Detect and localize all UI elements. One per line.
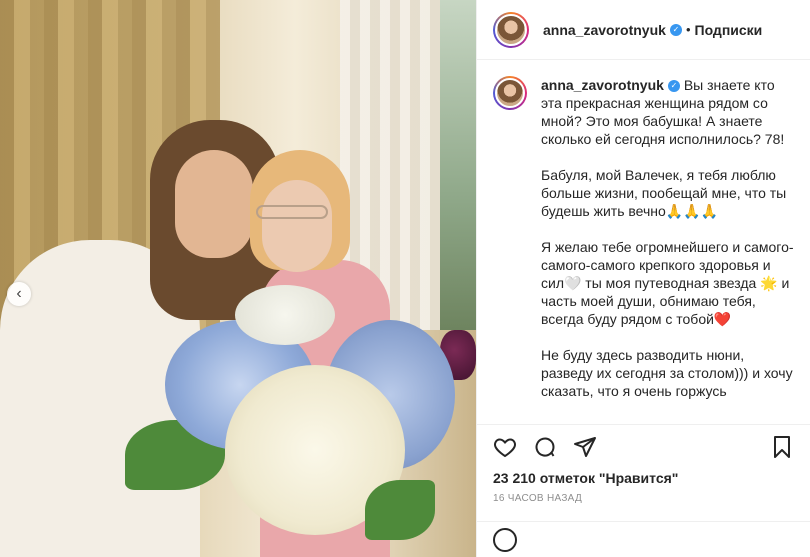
post-header: anna_zavorotnyuk ✓ • Подписки [477,0,810,60]
post-panel: anna_zavorotnyuk ✓ • Подписки anna_zavor… [476,0,810,557]
bouquet [125,280,475,557]
action-bar [477,425,810,469]
paper-plane-icon[interactable] [573,435,597,459]
chevron-left-icon[interactable]: ‹ [7,282,31,306]
heart-outline-icon[interactable] [493,435,517,459]
caption: anna_zavorotnyuk ✓ Вы знаете кто эта прек… [493,76,794,418]
add-comment-bar [477,521,810,557]
emoji-icon[interactable] [493,527,517,552]
caption-paragraph-2: Бабуля, мой Валечек, я тебя люблю больше… [541,167,791,219]
caption-username[interactable]: anna_zavorotnyuk [541,77,664,93]
verified-badge-icon: ✓ [667,80,680,93]
speech-bubble-icon[interactable] [533,435,557,459]
avatar[interactable] [493,76,527,110]
separator-dot: • [685,22,691,37]
avatar[interactable] [493,11,529,48]
verified-badge-icon: ✓ [669,23,682,36]
likes-count[interactable]: 23 210 отметок "Нравится" [477,469,810,487]
following-button[interactable]: Подписки [695,22,763,38]
post-photo[interactable]: ‹ [0,0,476,557]
caption-body: anna_zavorotnyuk ✓ Вы знаете кто эта прек… [541,76,794,418]
bookmark-icon[interactable] [770,435,794,459]
header-username[interactable]: anna_zavorotnyuk [543,22,666,38]
instagram-post: ‹ anna_zavorotnyuk ✓ • Подписки anna_zav… [0,0,810,557]
comments-area: anna_zavorotnyuk ✓ Вы знаете кто эта прек… [477,60,810,425]
caption-paragraph-4: Не буду здесь разводить нюни, разведу их… [541,347,797,399]
caption-paragraph-3: Я желаю тебе огромнейшего и самого-самог… [541,239,794,327]
post-timestamp[interactable]: 16 часов назад [477,487,810,509]
